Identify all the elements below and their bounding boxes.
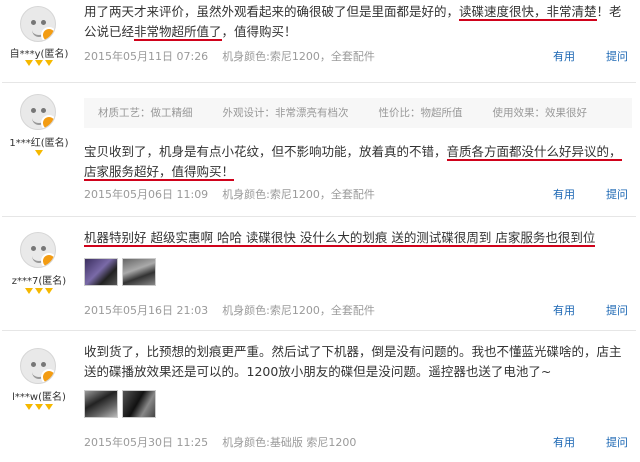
review-meta: 2015年05月30日 11:25 机身颜色:基础版 索尼1200 [84,436,357,449]
username: z***7(匿名) [11,276,67,287]
review-meta: 2015年05月06日 11:09 机身颜色:索尼1200，全套配件 [84,188,375,201]
avatar[interactable] [20,232,56,268]
ask-link[interactable]: 提问 [606,434,628,450]
avatar[interactable] [20,348,56,384]
review-photo[interactable] [122,258,156,286]
status-badge [41,115,55,129]
review-photo[interactable] [84,258,118,286]
status-badge [41,27,55,41]
status-badge [41,253,55,267]
rank-icons [4,404,74,414]
username: l***w(匿名) [12,392,66,403]
review-item: 自***y(匿名) 用了两天才来评价，虽然外观看起来的确很破了但是里面都是好的，… [0,0,640,82]
review-text: 机器特别好 超级实惠啊 哈哈 读碟很快 没什么大的划痕 送的测试碟很周到 店家服… [84,230,596,247]
username: 自***y(匿名) [9,49,69,60]
review-text: 用了两天才来评价，虽然外观看起来的确很破了但是里面都是好的，读碟速度很快，非常清… [84,4,622,41]
review-text: 收到货了，比预想的划痕更严重。然后试了下机器，倒是没有问题的。我也不懂蓝光碟啥的… [84,344,622,379]
status-badge [41,369,55,383]
review-tags: 材质工艺：做工精细 外观设计：非常漂亮有档次 性价比：物超所值 使用效果：效果很好 [84,98,632,128]
useful-button[interactable]: 有用 [553,434,575,450]
review-photo[interactable] [122,390,156,418]
review-item: 1***红(匿名) 材质工艺：做工精细 外观设计：非常漂亮有档次 性价比：物超所值使… [0,84,640,214]
review-meta: 2015年05月16日 21:03 机身颜色:索尼1200，全套配件 [84,304,375,317]
avatar[interactable] [20,94,56,130]
review-photo[interactable] [84,390,118,418]
rank-icons [4,150,74,160]
ask-link[interactable]: 提问 [606,186,628,202]
rank-icons [4,288,74,298]
review-meta: 2015年05月11日 07:26 机身颜色:索尼1200，全套配件 [84,50,375,63]
rank-icons [4,60,74,70]
avatar[interactable] [20,6,56,42]
useful-button[interactable]: 有用 [553,302,575,318]
review-item: l***w(匿名) 收到货了，比预想的划痕更严重。然后试了下机器，倒是没有问题的… [0,332,640,462]
useful-button[interactable]: 有用 [553,186,575,202]
review-item: z***7(匿名) 机器特别好 超级实惠啊 哈哈 读碟很快 没什么大的划痕 送的… [0,218,640,328]
username: 1***红(匿名) [9,138,69,149]
ask-link[interactable]: 提问 [606,48,628,64]
useful-button[interactable]: 有用 [553,48,575,64]
ask-link[interactable]: 提问 [606,302,628,318]
review-text: 宝贝收到了，机身是有点小花纹，但不影响功能，放着真的不错，音质各方面都没什么好异… [84,144,622,181]
